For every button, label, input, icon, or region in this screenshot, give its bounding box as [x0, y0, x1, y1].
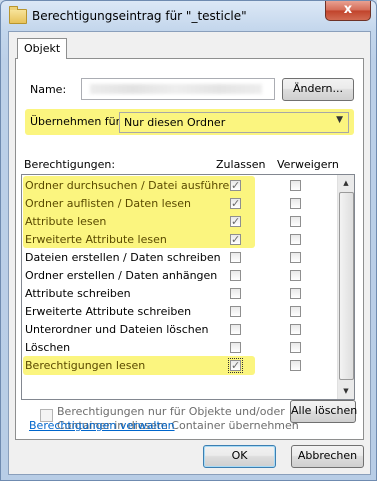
- deny-checkbox[interactable]: [290, 306, 301, 317]
- cancel-button[interactable]: Abbrechen: [291, 445, 364, 468]
- permission-row[interactable]: Unterordner und Dateien löschen: [22, 321, 338, 339]
- scroll-down-icon[interactable]: ▼: [338, 383, 354, 399]
- deny-checkbox[interactable]: [290, 342, 301, 353]
- permission-row[interactable]: Dateien erstellen / Daten schreiben: [22, 249, 338, 267]
- permission-label: Attribute schreiben: [25, 287, 131, 300]
- name-field: [81, 78, 275, 100]
- deny-checkbox[interactable]: [290, 360, 301, 371]
- permissions-scrollbar[interactable]: ▲ ▼: [337, 175, 354, 399]
- manage-permissions-link[interactable]: Berechtigungen verwalten: [29, 419, 175, 432]
- tab-objekt[interactable]: Objekt: [17, 38, 68, 59]
- permission-label: Erweiterte Attribute lesen: [25, 233, 167, 246]
- title-bar[interactable]: Berechtigungseintrag für "_testicle" x: [1, 1, 376, 31]
- apply-to-label: Übernehmen für:: [30, 115, 124, 128]
- chevron-down-icon: ▼: [336, 115, 343, 125]
- allow-checkbox[interactable]: [230, 306, 241, 317]
- allow-column-header: Zulassen: [216, 158, 266, 171]
- allow-checkbox[interactable]: ✓: [230, 180, 241, 191]
- deny-checkbox[interactable]: [290, 234, 301, 245]
- folder-icon: [9, 6, 27, 24]
- tab-panel: Name: Ändern... Übernehmen für: Nur dies…: [15, 58, 364, 440]
- apply-to-selected-value: Nur diesen Ordner: [124, 116, 226, 129]
- allow-checkbox[interactable]: ✓: [230, 234, 241, 245]
- permission-label: Attribute lesen: [25, 215, 107, 228]
- allow-checkbox[interactable]: [230, 288, 241, 299]
- permission-label: Erweiterte Attribute schreiben: [25, 305, 192, 318]
- permission-row[interactable]: Ordner durchsuchen / Datei ausführen ✓: [22, 177, 338, 195]
- deny-checkbox[interactable]: [290, 180, 301, 191]
- permission-row[interactable]: Berechtigungen lesen ✓: [22, 357, 338, 375]
- allow-checkbox[interactable]: ✓: [230, 216, 241, 227]
- permission-row[interactable]: Ordner erstellen / Daten anhängen: [22, 267, 338, 285]
- ok-button[interactable]: OK: [203, 445, 276, 468]
- window-title: Berechtigungseintrag für "_testicle": [32, 9, 247, 23]
- blurred-name-value: [90, 84, 262, 94]
- permission-row[interactable]: Erweiterte Attribute lesen ✓: [22, 231, 338, 249]
- apply-to-select[interactable]: Nur diesen Ordner ▼: [119, 112, 349, 133]
- permissions-list[interactable]: Ordner durchsuchen / Datei ausführen ✓ Ord…: [21, 174, 355, 400]
- allow-checkbox[interactable]: [230, 270, 241, 281]
- deny-checkbox[interactable]: [290, 198, 301, 209]
- permission-row[interactable]: Erweiterte Attribute schreiben: [22, 303, 338, 321]
- clear-all-button[interactable]: Alle löschen: [290, 400, 357, 423]
- permission-label: Löschen: [25, 341, 71, 354]
- apply-inherit-line1: Berechtigungen nur für Objekte und/oder: [57, 405, 285, 418]
- permission-row[interactable]: Attribute lesen ✓: [22, 213, 338, 231]
- deny-checkbox[interactable]: [290, 252, 301, 263]
- deny-checkbox[interactable]: [290, 270, 301, 281]
- deny-column-header: Verweigern: [277, 158, 339, 171]
- permissions-header: Berechtigungen:: [24, 158, 116, 171]
- permission-row[interactable]: Attribute schreiben: [22, 285, 338, 303]
- deny-checkbox[interactable]: [290, 216, 301, 227]
- change-button[interactable]: Ändern...: [282, 78, 354, 101]
- permission-row[interactable]: Löschen: [22, 339, 338, 357]
- apply-to-highlight: Übernehmen für: Nur diesen Ordner ▼: [25, 109, 354, 135]
- permission-label: Ordner durchsuchen / Datei ausführen: [25, 179, 237, 192]
- allow-checkbox[interactable]: [230, 342, 241, 353]
- deny-checkbox[interactable]: [290, 324, 301, 335]
- permission-label: Ordner auflisten / Daten lesen: [25, 197, 191, 210]
- scroll-thumb[interactable]: [339, 192, 354, 380]
- deny-checkbox[interactable]: [290, 288, 301, 299]
- permission-label: Berechtigungen lesen: [25, 359, 146, 372]
- permission-label: Ordner erstellen / Daten anhängen: [25, 269, 218, 282]
- permission-entry-dialog: Berechtigungseintrag für "_testicle" x O…: [0, 0, 377, 481]
- permission-label: Unterordner und Dateien löschen: [25, 323, 209, 336]
- close-button[interactable]: x: [325, 1, 371, 21]
- allow-checkbox[interactable]: ✓: [230, 198, 241, 209]
- permission-row[interactable]: Ordner auflisten / Daten lesen ✓: [22, 195, 338, 213]
- name-label: Name:: [30, 83, 67, 96]
- permission-label: Dateien erstellen / Daten schreiben: [25, 251, 221, 264]
- scroll-up-icon[interactable]: ▲: [338, 175, 354, 191]
- dialog-body: Objekt Name: Ändern... Übernehmen für: N…: [8, 31, 371, 475]
- allow-checkbox[interactable]: [230, 252, 241, 263]
- allow-checkbox[interactable]: [230, 324, 241, 335]
- allow-checkbox[interactable]: ✓: [228, 358, 243, 373]
